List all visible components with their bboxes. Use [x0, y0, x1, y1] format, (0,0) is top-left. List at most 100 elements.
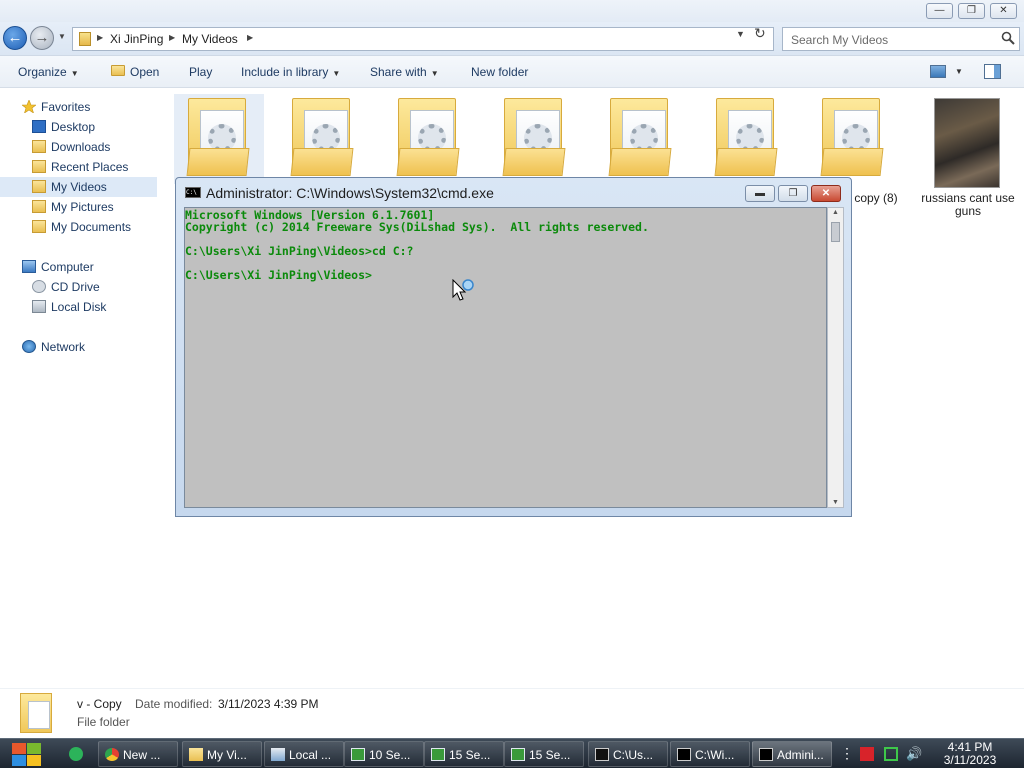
video-label[interactable]: russians cant use guns — [918, 192, 1018, 218]
recent-places-icon — [32, 160, 46, 173]
cmd-scrollbar[interactable]: ▲ ▼ — [827, 207, 844, 508]
cmd-window[interactable]: C:\ Administrator: C:\Windows\System32\c… — [175, 177, 852, 517]
chevron-down-icon: ▼ — [332, 69, 341, 78]
spotify-icon[interactable] — [69, 747, 83, 761]
console-line: C:\Users\Xi JinPing\Videos>cd C:? — [185, 244, 414, 258]
share-with-button[interactable]: Share with ▼ — [370, 65, 439, 79]
details-modified-value: 3/11/2023 4:39 PM — [218, 697, 319, 711]
nav-label: Computer — [41, 260, 94, 274]
preview-pane-icon[interactable] — [984, 64, 1001, 79]
cmd-maximize-button[interactable]: ❐ — [778, 185, 808, 202]
cmd-console[interactable]: Microsoft Windows [Version 6.1.7601] Cop… — [184, 207, 827, 508]
folder-item[interactable] — [278, 94, 368, 184]
chevron-right-icon[interactable]: ▶ — [97, 33, 103, 42]
folder-item-copy-8[interactable] — [808, 94, 898, 184]
cmd-icon: C:\ — [185, 187, 201, 198]
search-input[interactable]: Search My Videos — [782, 27, 1020, 51]
taskbar-task-admin-cmd[interactable]: Admini... — [752, 741, 832, 767]
folder-icon — [20, 691, 54, 735]
nav-favorites[interactable]: Favorites — [0, 97, 157, 117]
cmd-minimize-button[interactable]: ▬ — [745, 185, 775, 202]
cmd-title: Administrator: C:\Windows\System32\cmd.e… — [206, 185, 494, 201]
maximize-button[interactable]: ❐ — [958, 3, 985, 19]
chevron-down-icon: ▼ — [430, 69, 439, 78]
nav-my-videos[interactable]: My Videos — [0, 177, 157, 197]
nav-local-disk[interactable]: Local Disk — [0, 297, 157, 317]
details-modified-label: Date modified: — [135, 697, 213, 711]
nav-label: My Videos — [51, 180, 107, 194]
chevron-down-icon: ▼ — [70, 69, 79, 78]
nav-my-pictures[interactable]: My Pictures — [0, 197, 157, 217]
network-status-icon[interactable] — [884, 747, 898, 761]
windows-logo-green — [27, 743, 41, 754]
folder-item[interactable] — [702, 94, 792, 184]
taskbar: New ... My Vi... Local ... 10 Se... 15 S… — [0, 738, 1024, 768]
start-button[interactable] — [6, 741, 46, 767]
network-icon — [22, 340, 36, 353]
chevron-down-icon[interactable]: ▼ — [955, 67, 963, 76]
folder-item[interactable] — [596, 94, 686, 184]
minimize-button[interactable]: — — [926, 3, 953, 19]
address-dropdown-icon[interactable]: ▼ — [736, 29, 745, 39]
breadcrumb-xi-jinping[interactable]: Xi JinPing — [110, 32, 163, 46]
task-label: C:\Wi... — [695, 748, 735, 762]
taskbar-task-15-se[interactable]: 15 Se... — [424, 741, 504, 767]
folder-item[interactable] — [384, 94, 474, 184]
system-clock[interactable]: 4:41 PM 3/11/2023 — [930, 741, 1010, 767]
back-button[interactable]: ← — [3, 26, 27, 50]
nav-desktop[interactable]: Desktop — [0, 117, 157, 137]
new-folder-button[interactable]: New folder — [471, 65, 528, 79]
nav-recent-places[interactable]: Recent Places — [0, 157, 157, 177]
chevron-right-icon[interactable]: ▶ — [247, 33, 253, 42]
nav-computer[interactable]: Computer — [0, 257, 157, 277]
scroll-up-icon[interactable]: ▲ — [832, 209, 839, 216]
details-pane: v - Copy Date modified: 3/11/2023 4:39 P… — [0, 688, 1024, 738]
nav-downloads[interactable]: Downloads — [0, 137, 157, 157]
volume-icon[interactable]: 🔊 — [906, 747, 922, 761]
navigation-pane: Favorites Desktop Downloads Recent Place… — [0, 88, 160, 688]
nav-cd-drive[interactable]: CD Drive — [0, 277, 157, 297]
folder-item[interactable] — [490, 94, 580, 184]
taskbar-task-cmd-windows[interactable]: C:\Wi... — [670, 741, 750, 767]
organize-button[interactable]: Organize ▼ — [18, 65, 79, 79]
taskbar-task-explorer[interactable]: My Vi... — [182, 741, 262, 767]
scrollbar-thumb[interactable] — [831, 222, 840, 242]
cmd-close-button[interactable]: ✕ — [811, 185, 841, 202]
nav-label: Local Disk — [51, 300, 107, 314]
scroll-down-icon[interactable]: ▼ — [832, 499, 839, 506]
app-icon — [351, 748, 365, 761]
refresh-icon[interactable]: ↻ — [754, 25, 766, 42]
nav-label: My Pictures — [51, 200, 114, 214]
action-center-flag-icon[interactable] — [860, 747, 874, 761]
taskbar-task-15-se-2[interactable]: 15 Se... — [504, 741, 584, 767]
taskbar-task-local-disk[interactable]: Local ... — [264, 741, 344, 767]
chevron-right-icon[interactable]: ▶ — [169, 33, 175, 42]
address-bar[interactable]: ▶ Xi JinPing ▶ My Videos ▶ — [72, 27, 774, 51]
recent-pages-dropdown[interactable]: ▼ — [58, 32, 66, 41]
taskbar-task-10-se[interactable]: 10 Se... — [344, 741, 424, 767]
forward-button[interactable]: → — [30, 26, 54, 50]
nav-label: CD Drive — [51, 280, 100, 294]
taskbar-task-7zip[interactable]: C:\Us... — [588, 741, 668, 767]
windows-logo-blue — [12, 755, 26, 766]
nav-network[interactable]: Network — [0, 337, 157, 357]
search-icon[interactable] — [1001, 31, 1015, 45]
nav-label: My Documents — [51, 220, 132, 234]
folder-item[interactable] — [174, 94, 264, 184]
folder-label[interactable]: copy (8) — [846, 192, 906, 205]
task-label: 15 Se... — [529, 748, 571, 762]
close-button[interactable]: ✕ — [990, 3, 1017, 19]
open-button[interactable]: Open — [130, 65, 159, 79]
task-label: New ... — [123, 748, 161, 762]
folder-front — [186, 148, 250, 176]
desktop-icon — [32, 120, 46, 133]
nav-my-documents[interactable]: My Documents — [0, 217, 157, 237]
video-thumbnail[interactable] — [934, 98, 1000, 188]
taskbar-task-chrome[interactable]: New ... — [98, 741, 178, 767]
folder-icon — [79, 32, 91, 46]
change-view-icon[interactable] — [930, 65, 946, 78]
breadcrumb-my-videos[interactable]: My Videos — [182, 32, 238, 46]
play-button[interactable]: Play — [189, 65, 212, 79]
include-in-library-button[interactable]: Include in library ▼ — [241, 65, 340, 79]
show-hidden-icons-icon[interactable]: ⋮ — [840, 746, 854, 761]
